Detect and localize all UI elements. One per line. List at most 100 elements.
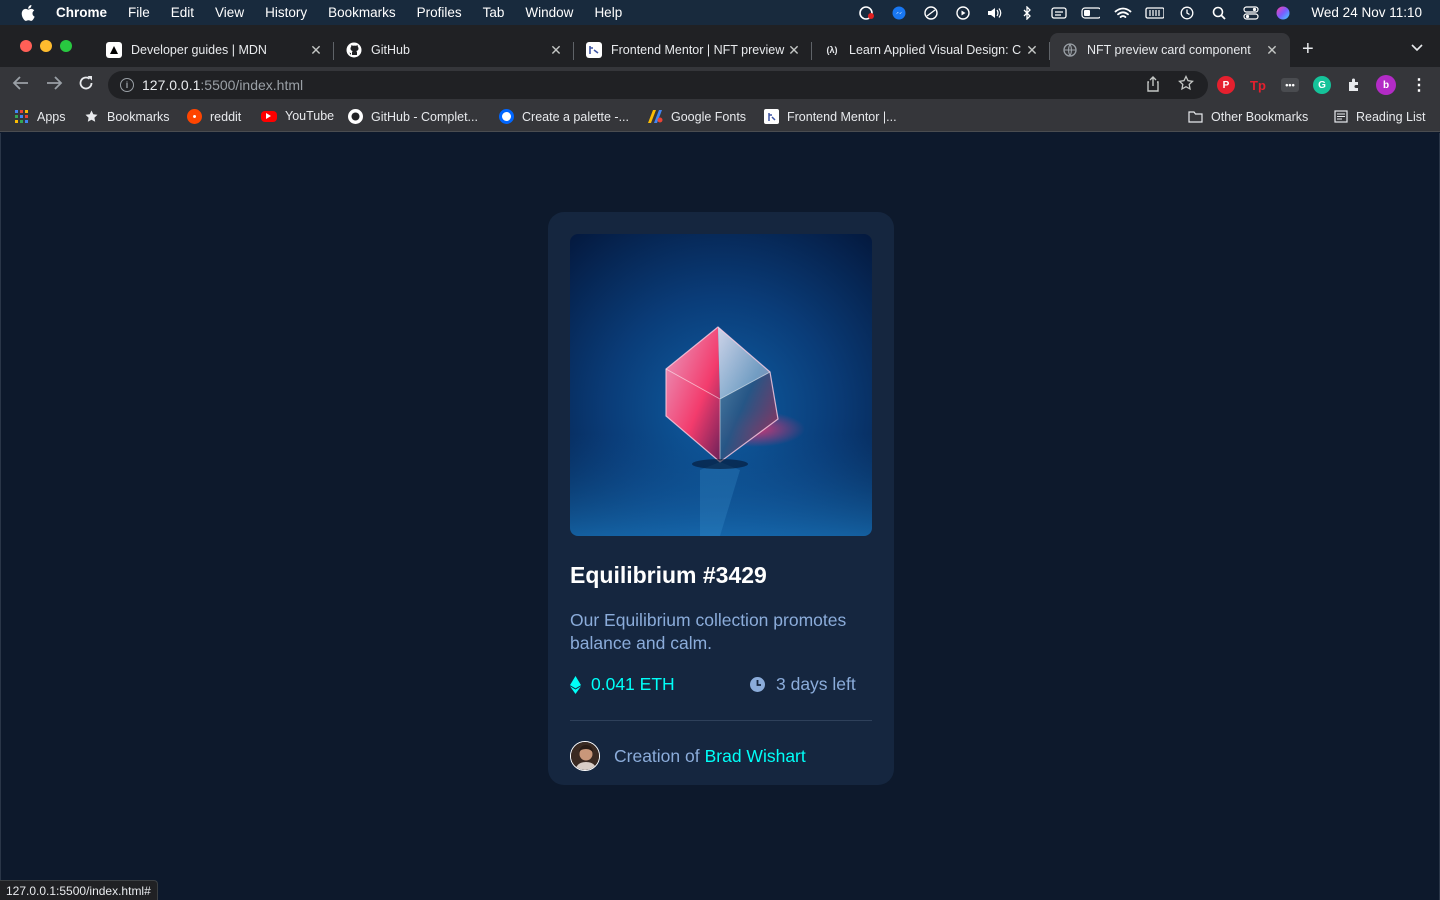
github-icon — [346, 42, 362, 58]
reading-list-label: Reading List — [1356, 109, 1426, 124]
bookmark-label: Google Fonts — [671, 109, 747, 124]
bookmark-google-fonts[interactable]: Google Fonts — [648, 109, 746, 124]
tab-title: NFT preview card component — [1087, 43, 1251, 57]
bookmark-star-icon[interactable] — [1178, 74, 1194, 95]
siri-icon[interactable] — [1273, 6, 1292, 20]
keyboard-input-icon[interactable] — [1049, 6, 1068, 20]
bookmark-coolors[interactable]: Create a palette -... — [499, 109, 629, 124]
reading-list[interactable]: Reading List — [1333, 109, 1426, 124]
creator-prefix: Creation of — [614, 745, 700, 766]
nft-creator: Creation of Brad Wishart — [570, 741, 806, 771]
tab-strip: Developer guides | MDN ✕ GitHub ✕ Fronte… — [0, 25, 1440, 67]
menu-window[interactable]: Window — [525, 5, 573, 20]
memory-icon[interactable] — [1145, 6, 1165, 20]
tab-github[interactable]: GitHub ✕ — [334, 33, 574, 67]
creative-cloud-icon[interactable] — [857, 5, 876, 20]
zoom-window-button[interactable] — [60, 40, 72, 52]
reload-icon[interactable] — [78, 75, 94, 96]
minimize-window-button[interactable] — [40, 40, 52, 52]
bookmark-label: Frontend Mentor |... — [787, 109, 897, 124]
page-viewport: Equilibrium #3429 Our Equilibrium collec… — [0, 133, 1440, 900]
menu-file[interactable]: File — [128, 5, 150, 20]
bookmarks-bar: Apps Bookmarks • reddit YouTube GitHub -… — [0, 103, 1440, 132]
pocket-extension-icon[interactable]: P — [1217, 76, 1235, 94]
tp-extension-icon[interactable]: Tp — [1249, 76, 1267, 94]
close-tab-icon[interactable]: ✕ — [1024, 42, 1040, 59]
menu-view[interactable]: View — [215, 5, 244, 20]
creator-avatar — [570, 741, 600, 771]
card-divider — [570, 720, 872, 721]
apple-icon[interactable] — [0, 4, 56, 21]
battery-icon[interactable] — [1081, 6, 1101, 20]
coolors-icon — [499, 109, 514, 124]
bookmark-frontend-mentor[interactable]: Frontend Mentor |... — [764, 109, 897, 124]
close-tab-icon[interactable]: ✕ — [786, 42, 802, 59]
other-bookmarks[interactable]: Other Bookmarks — [1188, 109, 1308, 124]
tab-mdn[interactable]: Developer guides | MDN ✕ — [94, 33, 334, 67]
close-tab-icon[interactable]: ✕ — [308, 42, 324, 59]
nft-image[interactable] — [570, 234, 872, 536]
nft-price-value: 0.041 ETH — [591, 674, 675, 694]
new-tab-button[interactable]: + — [1302, 38, 1314, 61]
bluetooth-icon[interactable] — [1017, 5, 1036, 20]
tab-search-chevron-icon[interactable] — [1411, 41, 1423, 55]
bookmark-youtube[interactable]: YouTube — [261, 109, 334, 123]
play-icon[interactable] — [953, 5, 972, 20]
bookmark-label: reddit — [210, 109, 242, 124]
tab-frontend-mentor[interactable]: Frontend Mentor | NFT preview ✕ — [574, 33, 812, 67]
nft-time-left-value: 3 days left — [776, 674, 856, 694]
creator-name-link[interactable]: Brad Wishart — [705, 746, 806, 767]
bookmark-bookmarks[interactable]: Bookmarks — [84, 109, 170, 124]
close-tab-icon[interactable]: ✕ — [548, 42, 564, 59]
clock-icon — [750, 677, 765, 692]
globe-icon — [1062, 42, 1078, 58]
grammarly-extension-icon[interactable]: G — [1313, 76, 1331, 94]
wifi-icon[interactable] — [1113, 6, 1132, 20]
nft-time-left: 3 days left — [749, 674, 856, 695]
tab-nft-preview[interactable]: NFT preview card component ✕ — [1050, 33, 1290, 67]
share-icon[interactable] — [1146, 76, 1160, 96]
dots-extension-icon[interactable]: ••• — [1281, 78, 1299, 92]
address-bar[interactable]: i 127.0.0.1:5500/index.html — [108, 71, 1208, 99]
google-fonts-icon — [648, 109, 663, 124]
volume-icon[interactable] — [985, 6, 1004, 20]
menu-help[interactable]: Help — [594, 5, 622, 20]
chrome-menu-icon[interactable]: ⋮ — [1410, 76, 1428, 94]
frontend-mentor-icon — [764, 109, 779, 124]
menubar-clock[interactable]: Wed 24 Nov 11:10 — [1311, 5, 1422, 20]
time-machine-icon[interactable] — [1177, 6, 1196, 20]
star-icon — [84, 109, 99, 124]
frontend-mentor-icon — [586, 42, 602, 58]
forward-arrow-icon[interactable] — [45, 75, 63, 96]
site-info-icon[interactable]: i — [120, 78, 134, 92]
spotlight-search-icon[interactable] — [1209, 6, 1228, 20]
url-path: :5500/index.html — [200, 77, 304, 93]
bookmark-apps[interactable]: Apps — [14, 109, 66, 124]
menu-history[interactable]: History — [265, 5, 307, 20]
ethereum-icon — [570, 675, 581, 694]
github-icon — [348, 109, 363, 124]
vpn-icon[interactable] — [921, 5, 940, 20]
extensions-puzzle-icon[interactable] — [1345, 76, 1363, 94]
menu-bookmarks[interactable]: Bookmarks — [328, 5, 396, 20]
messenger-icon[interactable] — [889, 6, 908, 20]
back-arrow-icon[interactable] — [12, 75, 30, 96]
bookmark-github[interactable]: GitHub - Complet... — [348, 109, 478, 124]
macos-menubar: Chrome File Edit View History Bookmarks … — [0, 0, 1440, 25]
bookmark-reddit[interactable]: • reddit — [187, 109, 241, 124]
menu-profiles[interactable]: Profiles — [417, 5, 462, 20]
close-tab-icon[interactable]: ✕ — [1264, 42, 1280, 59]
menu-app-chrome[interactable]: Chrome — [56, 5, 107, 20]
tab-title: Learn Applied Visual Design: C — [849, 43, 1022, 57]
bookmark-label: Create a palette -... — [522, 109, 630, 124]
profile-avatar[interactable]: b — [1376, 75, 1396, 95]
nft-price: 0.041 ETH — [570, 674, 675, 695]
nft-title[interactable]: Equilibrium #3429 — [570, 562, 767, 589]
control-center-icon[interactable] — [1241, 5, 1260, 20]
youtube-icon — [261, 110, 277, 122]
url-host: 127.0.0.1 — [142, 77, 201, 93]
menu-edit[interactable]: Edit — [171, 5, 194, 20]
close-window-button[interactable] — [20, 40, 32, 52]
menu-tab[interactable]: Tab — [483, 5, 505, 20]
tab-freecodecamp[interactable]: (λ) Learn Applied Visual Design: C ✕ — [812, 33, 1050, 67]
